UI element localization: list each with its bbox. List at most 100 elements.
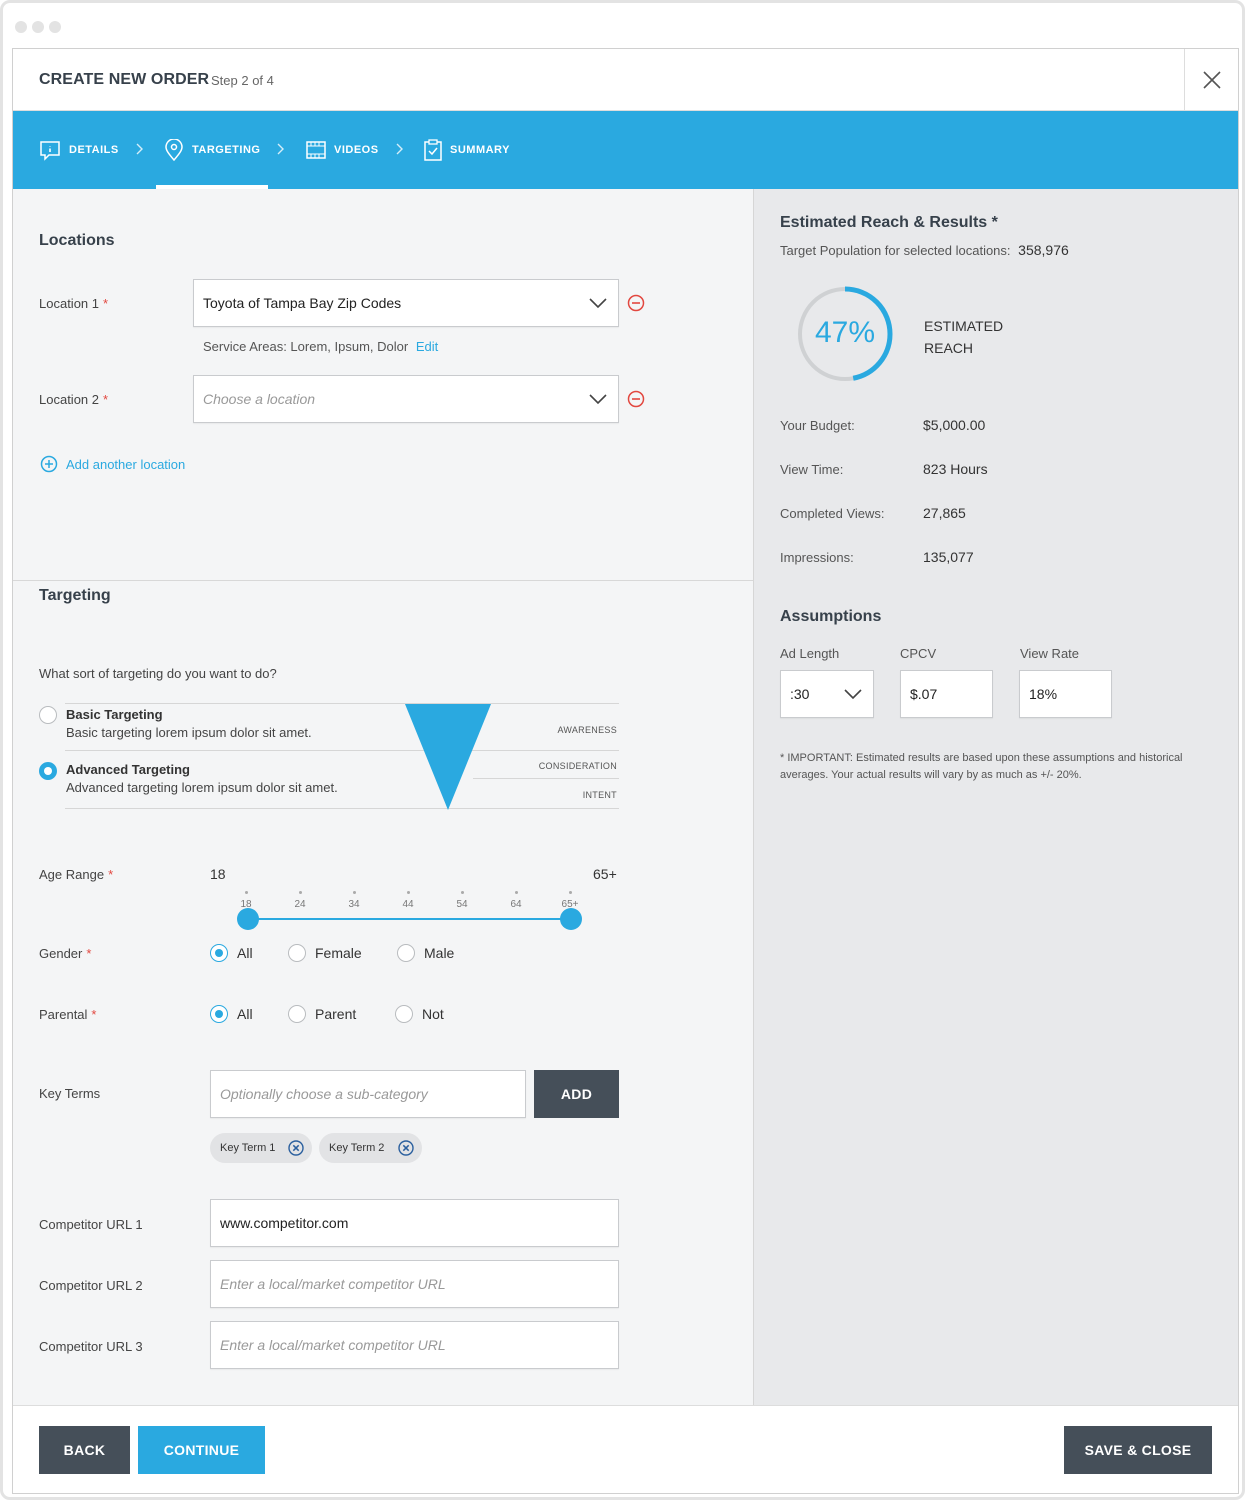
order-modal: CREATE NEW ORDER Step 2 of 4 DETAILS TAR… [12, 48, 1239, 1494]
competitor-url-2-input[interactable]: Enter a local/market competitor URL [210, 1260, 619, 1308]
targeting-form: Locations Location 1 * Toyota of Tampa Ba… [13, 189, 753, 1405]
targeting-question: What sort of targeting do you want to do… [39, 666, 277, 681]
gender-male-radio[interactable] [397, 944, 415, 962]
remove-chip-icon[interactable] [398, 1140, 414, 1156]
advanced-targeting-desc: Advanced targeting lorem ipsum dolor sit… [66, 780, 338, 795]
section-divider [13, 580, 753, 581]
age-tick-label: 65+ [561, 899, 579, 910]
chevron-right-icon [136, 143, 143, 155]
tab-videos[interactable]: VIDEOS [306, 111, 379, 189]
age-tick-label: 54 [456, 899, 468, 910]
competitor-url-2-placeholder: Enter a local/market competitor URL [220, 1276, 446, 1292]
parental-parent-radio[interactable] [288, 1005, 306, 1023]
assumptions-note: * IMPORTANT: Estimated results are based… [780, 752, 1183, 781]
impressions-value: 135,077 [923, 549, 974, 565]
reach-label: ESTIMATED REACH [924, 318, 1004, 356]
funnel-graphic [405, 704, 491, 810]
age-tick [406, 891, 410, 894]
gender-label: Gender * [39, 946, 92, 961]
continue-button[interactable]: CONTINUE [138, 1426, 265, 1474]
parental-all-label: All [237, 1006, 253, 1022]
key-term-chip: Key Term 2 [319, 1133, 422, 1163]
save-close-button[interactable]: SAVE & CLOSE [1064, 1426, 1212, 1474]
remove-chip-icon[interactable] [288, 1140, 304, 1156]
tab-summary-label: SUMMARY [450, 144, 510, 156]
age-tick-label: 44 [402, 899, 414, 910]
age-tick [352, 891, 356, 894]
tab-targeting-label: TARGETING [192, 144, 261, 156]
browser-frame: CREATE NEW ORDER Step 2 of 4 DETAILS TAR… [0, 0, 1245, 1500]
modal-footer: BACK CONTINUE SAVE & CLOSE [13, 1405, 1238, 1493]
location-1-select[interactable]: Toyota of Tampa Bay Zip Codes [193, 279, 619, 327]
key-terms-input[interactable]: Optionally choose a sub-category [210, 1070, 526, 1118]
parental-all-radio[interactable] [210, 1005, 228, 1023]
advanced-targeting-radio[interactable] [39, 762, 57, 780]
reach-percent: 47% [814, 316, 876, 349]
tab-targeting[interactable]: TARGETING [155, 111, 269, 189]
age-min-value: 18 [210, 866, 226, 882]
age-range-label: Age Range * [39, 867, 114, 882]
tab-summary[interactable]: SUMMARY [424, 111, 510, 189]
view-rate-label: View Rate [1020, 646, 1080, 661]
film-icon [306, 141, 326, 159]
budget-value: $5,000.00 [923, 417, 986, 433]
step-indicator: Step 2 of 4 [211, 73, 274, 88]
age-slider-track[interactable] [247, 918, 571, 920]
location-1-label: Location 1 * [39, 296, 109, 311]
add-location-button[interactable]: Add another location [40, 455, 185, 473]
cpcv-input[interactable]: $.07 [900, 670, 993, 718]
modal-header: CREATE NEW ORDER Step 2 of 4 [13, 49, 1238, 111]
age-slider-min-handle[interactable] [237, 908, 259, 930]
chevron-down-icon [589, 394, 607, 405]
close-button[interactable] [1184, 49, 1238, 111]
remove-location-2-icon[interactable] [627, 390, 645, 408]
view-rate-value: 18% [1029, 686, 1058, 702]
add-key-term-button[interactable]: ADD [534, 1070, 619, 1118]
view-rate-input[interactable]: 18% [1019, 670, 1112, 718]
location-2-select[interactable]: Choose a location [193, 375, 619, 423]
target-population-value: 358,976 [1018, 242, 1069, 258]
edit-service-areas-link[interactable]: Edit [416, 339, 438, 354]
parental-label: Parental * [39, 1007, 97, 1022]
back-button[interactable]: BACK [39, 1426, 130, 1474]
close-icon [1202, 71, 1221, 89]
key-term-chip-label: Key Term 2 [329, 1142, 385, 1154]
ad-length-select[interactable]: :30 [780, 670, 874, 718]
basic-targeting-radio[interactable] [39, 706, 57, 724]
gender-female-radio[interactable] [288, 944, 306, 962]
competitor-url-3-input[interactable]: Enter a local/market competitor URL [210, 1321, 619, 1369]
impressions-label: Impressions: [780, 550, 854, 565]
age-tick-label: 64 [510, 899, 522, 910]
gender-male-label: Male [424, 945, 455, 961]
budget-label: Your Budget: [780, 418, 855, 433]
gender-all-radio[interactable] [210, 944, 228, 962]
targeting-divider [65, 703, 619, 704]
funnel-consideration: CONSIDERATION [538, 761, 617, 771]
target-population: Target Population for selected locations… [780, 242, 1069, 258]
assumptions-title: Assumptions [780, 608, 882, 625]
age-max-value: 65+ [593, 866, 617, 882]
gender-all-label: All [237, 945, 253, 961]
parental-not-label: Not [422, 1006, 444, 1022]
funnel-intent: INTENT [582, 790, 617, 800]
remove-location-1-icon[interactable] [627, 294, 645, 312]
tab-videos-label: VIDEOS [334, 144, 379, 156]
add-location-label: Add another location [66, 456, 186, 472]
tab-details[interactable]: DETAILS [39, 111, 119, 189]
key-terms-placeholder: Optionally choose a sub-category [220, 1086, 428, 1102]
parental-parent-label: Parent [315, 1006, 357, 1022]
competitor-url-1-input[interactable]: www.competitor.com [210, 1199, 619, 1247]
key-terms-label: Key Terms [39, 1086, 101, 1101]
targeting-title: Targeting [39, 587, 111, 604]
completed-views-value: 27,865 [923, 505, 966, 521]
plus-circle-icon [40, 455, 58, 473]
targeting-divider [65, 750, 619, 751]
view-time-label: View Time: [780, 462, 844, 477]
parental-not-radio[interactable] [395, 1005, 413, 1023]
age-tick [460, 891, 464, 894]
clipboard-check-icon [424, 139, 442, 161]
gender-female-label: Female [315, 945, 362, 961]
competitor-url-2-label: Competitor URL 2 [39, 1278, 143, 1293]
age-tick-label: 18 [240, 899, 252, 910]
age-slider-max-handle[interactable] [560, 908, 582, 930]
